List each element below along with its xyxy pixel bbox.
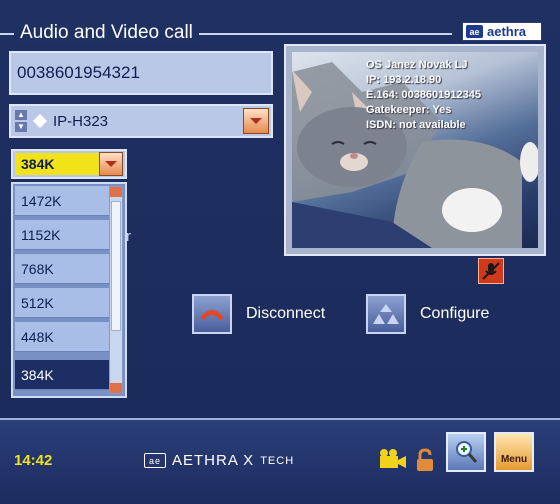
up-arrow-icon: ▲ <box>15 110 27 120</box>
clock: 14:42 <box>14 452 53 469</box>
mic-muted-glyph <box>482 262 500 280</box>
info-line: IP: 193.2.18.90 <box>366 74 442 86</box>
menu-button[interactable]: Menu <box>494 432 534 472</box>
chevron-down-icon <box>105 161 117 167</box>
number-field[interactable]: 0038601954321 <box>9 51 273 95</box>
info-line: E.164: 0038601912345 <box>366 89 481 101</box>
info-line: ISDN: not available <box>366 119 466 131</box>
call-screen: Audio and Video call ae aethra 003860195… <box>0 0 560 504</box>
camera-icon <box>380 449 406 468</box>
bitrate-option[interactable]: 1472K <box>15 186 109 216</box>
scroll-down-icon[interactable] <box>110 383 122 393</box>
scroll-thumb[interactable] <box>111 201 121 331</box>
aethra-logo-text: aethra <box>487 24 527 39</box>
info-line: Gatekeeper: Yes <box>366 104 452 116</box>
bitrate-option[interactable]: 448K <box>15 322 109 352</box>
title-rule-right <box>222 33 452 35</box>
window-title: Audio and Video call <box>14 22 199 44</box>
chevron-down-icon <box>250 118 262 124</box>
disconnect-label: Disconnect <box>246 305 326 322</box>
video-preview: OS Janez Novak LJ IP: 193.2.18.90 E.164:… <box>284 44 546 256</box>
mic-muted-icon[interactable] <box>478 258 504 284</box>
configure-icon <box>366 294 406 334</box>
bitrate-option[interactable]: 512K <box>15 288 109 318</box>
configure-glyph <box>373 304 399 324</box>
footer-brand-suffix: TECH <box>260 454 295 467</box>
configure-button[interactable]: Configure <box>366 294 489 334</box>
bitrate-dropdown-button[interactable] <box>99 152 123 176</box>
hangup-icon <box>192 294 232 334</box>
video-image: OS Janez Novak LJ IP: 193.2.18.90 E.164:… <box>292 52 538 248</box>
number-value: 0038601954321 <box>17 63 140 82</box>
protocol-select[interactable]: ▲ ▼ IP-H323 <box>9 104 273 138</box>
configure-label: Configure <box>420 305 490 322</box>
protocol-dropdown-button[interactable] <box>243 108 269 134</box>
list-scrollbar[interactable] <box>109 186 123 394</box>
info-line: OS Janez Novak LJ <box>366 59 468 71</box>
protocol-value: IP-H323 <box>53 112 109 130</box>
footer-brand-text: AETHRA X <box>172 452 255 469</box>
zoom-icon <box>456 441 478 463</box>
bitrate-option-selected[interactable]: 384K <box>15 360 109 390</box>
bitrate-option[interactable]: 1152K <box>15 220 109 250</box>
menu-label: Menu <box>500 453 528 465</box>
down-arrow-icon: ▼ <box>15 122 27 132</box>
protocol-stepper-icon: ▲ ▼ <box>15 110 29 132</box>
scroll-up-icon[interactable] <box>110 187 122 197</box>
disconnect-button[interactable]: Disconnect <box>192 294 325 334</box>
caller-info: OS Janez Novak LJ IP: 193.2.18.90 E.164:… <box>366 58 481 133</box>
bitrate-value: 384K <box>15 153 99 175</box>
footer-brand: ae AETHRA X TECH <box>144 452 294 469</box>
aethra-mark: ae <box>466 25 483 38</box>
diamond-icon <box>32 113 48 129</box>
bitrate-dropdown-list: 1472K 1152K 768K 512K 448K 384K <box>11 182 127 398</box>
hangup-glyph <box>200 310 224 320</box>
bitrate-option[interactable]: 768K <box>15 254 109 284</box>
aethra-logo: ae aethra <box>462 22 542 41</box>
bitrate-select[interactable]: 384K <box>11 149 127 179</box>
zoom-button[interactable] <box>446 432 486 472</box>
footer-brand-mark: ae <box>144 453 166 468</box>
lock-icon <box>417 448 433 471</box>
